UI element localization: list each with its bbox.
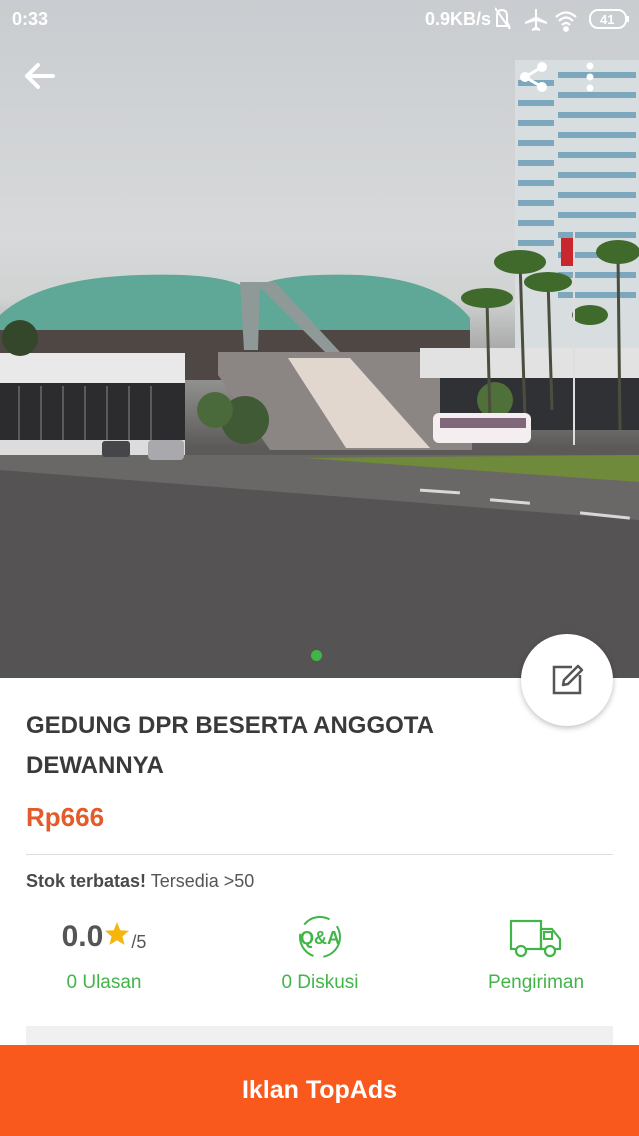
edit-button[interactable] (521, 634, 613, 726)
product-image[interactable]: 0:33 0.9KB/s 41 (0, 0, 639, 678)
status-icons: 41 (495, 7, 629, 32)
stock-info: Stok terbatas! Tersedia >50 (26, 871, 254, 892)
share-button[interactable] (519, 62, 563, 106)
stock-label: Stok terbatas! (26, 871, 147, 891)
qa-icon: Q&A (299, 916, 341, 958)
network-speed: 0.9KB/s (425, 9, 492, 29)
discussion-label: 0 Diskusi (281, 972, 359, 993)
shipping-label: Pengiriman (487, 972, 585, 993)
battery-level: 41 (600, 12, 614, 27)
status-time: 0:33 (12, 9, 49, 29)
mute-icon (495, 7, 511, 30)
reviews-label: 0 Ulasan (66, 972, 142, 993)
rating-stat[interactable]: 0.0 /5 0 Ulasan (4, 912, 204, 993)
discussion-stat[interactable]: Q&A 0 Diskusi (220, 912, 420, 993)
status-bar: 0:33 0.9KB/s 41 (0, 0, 639, 40)
shipping-stat[interactable]: Pengiriman (436, 912, 636, 993)
rating-max: /5 (131, 931, 147, 952)
divider (26, 854, 613, 855)
back-button[interactable] (24, 62, 68, 106)
qa-icon-text: Q&A (300, 928, 340, 948)
share-icon (520, 62, 547, 92)
gallery-page-indicator (311, 650, 322, 661)
topads-label: Iklan TopAds (241, 1076, 398, 1104)
more-button[interactable] (585, 62, 629, 106)
product-title: GEDUNG DPR BESERTA ANGGOTA DEWANNYA (26, 712, 434, 779)
topads-button[interactable]: Iklan TopAds (0, 1045, 639, 1136)
product-price: Rp666 (26, 802, 105, 832)
airplane-icon (525, 9, 547, 31)
wifi-icon (555, 11, 577, 32)
arrow-left-icon (25, 63, 55, 89)
stock-value: Tersedia >50 (150, 871, 255, 891)
more-vertical-icon (586, 62, 594, 92)
truck-icon (509, 919, 562, 958)
rating-value: 0.0 (61, 920, 104, 953)
star-icon (105, 922, 130, 945)
edit-icon (552, 664, 584, 695)
